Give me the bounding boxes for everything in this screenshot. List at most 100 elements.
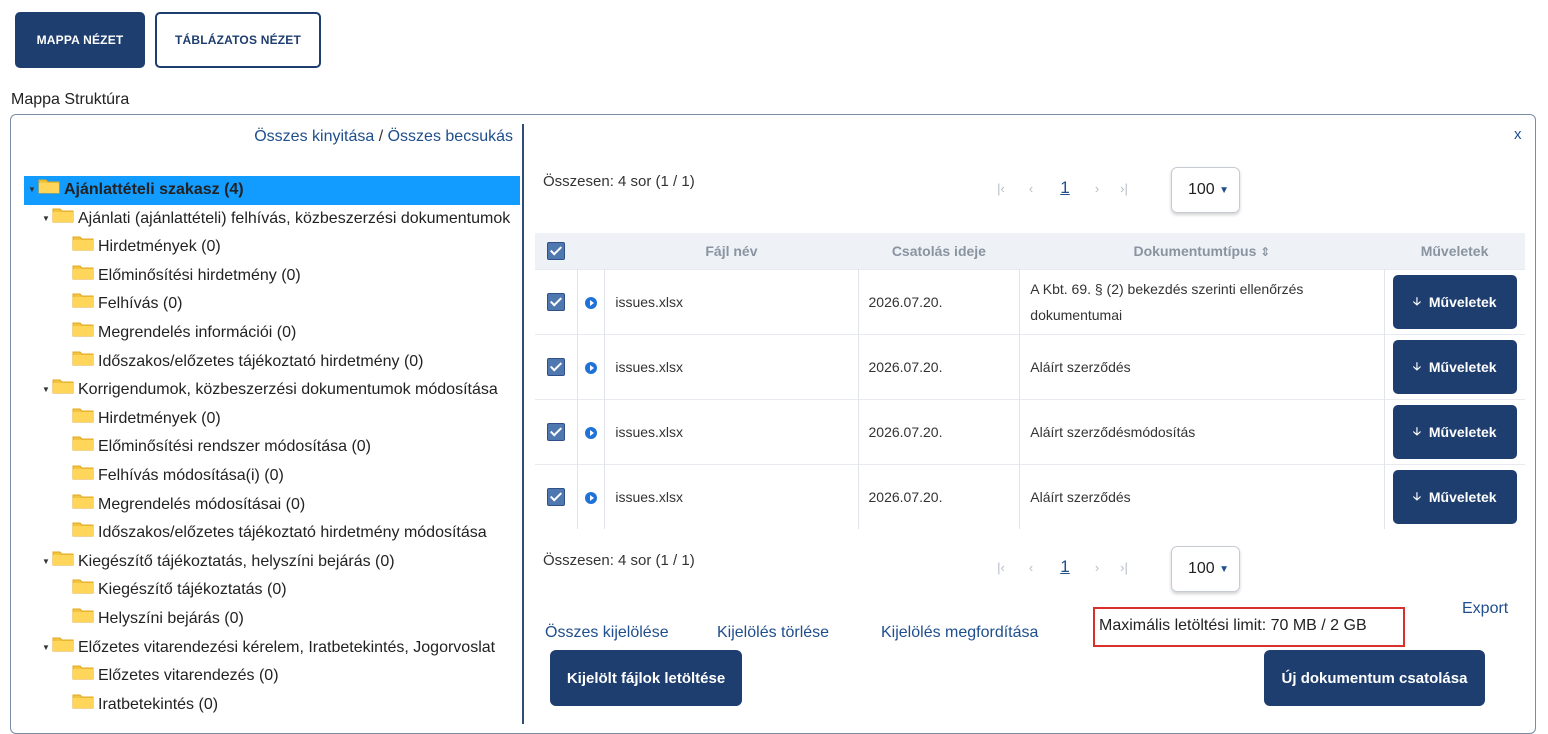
- download-selected-button[interactable]: Kijelölt fájlok letöltése: [550, 650, 742, 706]
- checkbox-icon[interactable]: [546, 423, 565, 442]
- row-checkbox-cell[interactable]: [535, 464, 578, 529]
- next-page-icon[interactable]: ›: [1080, 560, 1114, 575]
- actions-button[interactable]: 🡣 Műveletek: [1392, 470, 1517, 524]
- doc-type-cell: Aláírt szerződésmódosítás: [1019, 399, 1385, 465]
- tree-node[interactable]: Előminősítési rendszer módosítása (0): [24, 433, 520, 462]
- first-page-icon[interactable]: |‹: [990, 181, 1012, 196]
- tree-node-label: Kiegészítő tájékoztatás, helyszíni bejár…: [78, 552, 395, 570]
- header-select-all[interactable]: [535, 233, 578, 270]
- page-number[interactable]: 1: [1050, 178, 1080, 198]
- checkbox-icon[interactable]: [547, 242, 566, 261]
- doc-type-cell: Aláírt szerződés: [1019, 334, 1385, 400]
- tree-node[interactable]: ▼ Korrigendumok, közbeszerzési dokumentum…: [24, 376, 520, 405]
- checkbox-icon[interactable]: [546, 358, 565, 377]
- per-page-select[interactable]: 100 ▼: [1171, 546, 1240, 592]
- row-checkbox-cell[interactable]: [535, 399, 578, 465]
- checkbox-icon[interactable]: [546, 488, 565, 507]
- play-icon[interactable]: [585, 492, 598, 505]
- doc-type-line: Aláírt szerződés: [1030, 359, 1131, 375]
- download-limit-text: Maximális letöltési limit: 70 MB / 2 GB: [1099, 617, 1367, 634]
- per-page-select[interactable]: 100 ▼: [1171, 167, 1240, 213]
- attach-document-button[interactable]: Új dokumentum csatolása: [1264, 650, 1485, 706]
- download-limit: Maximális letöltési limit: 70 MB / 2 GB: [1093, 607, 1405, 647]
- checkbox-icon[interactable]: [546, 293, 565, 312]
- download-arrow-icon: 🡣: [1412, 295, 1421, 308]
- file-name-cell: issues.xlsx: [604, 464, 859, 529]
- tree-node[interactable]: Helyszíni bejárás (0): [24, 605, 520, 634]
- play-icon[interactable]: [585, 362, 598, 375]
- last-page-icon[interactable]: ›|: [1114, 181, 1134, 196]
- caret-down-icon[interactable]: ▼: [42, 634, 52, 662]
- row-preview-cell[interactable]: [577, 334, 606, 400]
- header-attached[interactable]: Csatolás ideje: [858, 233, 1020, 270]
- header-doc-type[interactable]: Dokumentumtípus ⇕: [1019, 233, 1385, 270]
- file-name-cell: issues.xlsx: [604, 399, 859, 465]
- panel-divider[interactable]: [522, 124, 524, 724]
- caret-down-icon[interactable]: ▼: [28, 176, 38, 204]
- attached-date-cell: 2026.07.20.: [858, 399, 1021, 465]
- select-all-link[interactable]: Összes kijelölése: [545, 624, 669, 642]
- expand-all-link[interactable]: Összes kinyitása: [254, 128, 374, 145]
- prev-page-icon[interactable]: ‹: [1012, 560, 1050, 575]
- first-page-icon[interactable]: |‹: [990, 560, 1012, 575]
- folder-icon: [72, 319, 94, 347]
- table-row: issues.xlsx 2026.07.20. Aláírt szerződés 🡣 M…: [535, 334, 1525, 400]
- actions-button[interactable]: 🡣 Műveletek: [1392, 340, 1517, 394]
- row-checkbox-cell[interactable]: [535, 334, 578, 400]
- doc-type-label: Dokumentumtípus: [1133, 243, 1257, 259]
- clear-selection-link[interactable]: Kijelölés törlése: [717, 624, 829, 642]
- tree-node[interactable]: Felhívás (0): [24, 290, 520, 319]
- row-checkbox-cell[interactable]: [535, 269, 578, 335]
- tree-node[interactable]: Időszakos/előzetes tájékoztató hirdetmén…: [24, 348, 520, 377]
- tree-node-label: Iratbetekintés (0): [98, 695, 219, 713]
- next-page-icon[interactable]: ›: [1080, 181, 1114, 196]
- caret-down-icon[interactable]: ▼: [42, 205, 52, 233]
- caret-down-icon[interactable]: ▼: [42, 376, 52, 404]
- tree-node[interactable]: Hirdetmények (0): [24, 233, 520, 262]
- folder-icon: [52, 205, 74, 233]
- doc-type-line: A Kbt. 69. § (2) bekezdés szerinti ellen…: [1030, 281, 1304, 297]
- folder-icon: [52, 548, 74, 576]
- folder-icon: [72, 491, 94, 519]
- folder-icon: [72, 233, 94, 261]
- row-preview-cell[interactable]: [577, 269, 606, 335]
- tree-node[interactable]: Előzetes vitarendezés (0): [24, 662, 520, 691]
- sort-icon[interactable]: ⇕: [1260, 245, 1270, 259]
- header-file-name[interactable]: Fájl név: [604, 233, 858, 270]
- tree-node[interactable]: ▼ Ajánlati (ajánlattételi) felhívás, közb…: [24, 205, 520, 234]
- tree-node[interactable]: Felhívás módosítása(i) (0): [24, 462, 520, 491]
- page-number[interactable]: 1: [1050, 557, 1080, 577]
- tree-node[interactable]: Hirdetmények (0): [24, 405, 520, 434]
- invert-selection-link[interactable]: Kijelölés megfordítása: [881, 624, 1038, 642]
- tree-node[interactable]: Kiegészítő tájékoztatás (0): [24, 576, 520, 605]
- tree-node[interactable]: Időszakos/előzetes tájékoztató hirdetmén…: [24, 519, 520, 548]
- actions-button[interactable]: 🡣 Műveletek: [1392, 405, 1517, 459]
- download-arrow-icon: 🡣: [1412, 490, 1421, 503]
- tree-node[interactable]: ▼ Előzetes vitarendezési kérelem, Iratbet…: [24, 634, 520, 663]
- tree-node-label: Időszakos/előzetes tájékoztató hirdetmén…: [98, 352, 424, 370]
- tree-node[interactable]: ▼ Ajánlattételi szakasz (4): [24, 176, 520, 205]
- prev-page-icon[interactable]: ‹: [1012, 181, 1050, 196]
- close-icon[interactable]: x: [1514, 126, 1522, 143]
- table-view-button[interactable]: TÁBLÁZATOS NÉZET: [155, 12, 321, 68]
- actions-button[interactable]: 🡣 Műveletek: [1392, 275, 1517, 329]
- tree-controls-separator: /: [374, 128, 388, 145]
- folder-view-button[interactable]: MAPPA NÉZET: [15, 12, 145, 68]
- play-icon[interactable]: [585, 427, 598, 440]
- tree-node[interactable]: Előminősítési hirdetmény (0): [24, 262, 520, 291]
- export-link[interactable]: Export: [1462, 600, 1508, 618]
- play-icon[interactable]: [585, 297, 598, 310]
- collapse-all-link[interactable]: Összes becsukás: [388, 128, 513, 145]
- last-page-icon[interactable]: ›|: [1114, 560, 1134, 575]
- tree-node[interactable]: Iratbetekintés (0): [24, 691, 520, 720]
- row-preview-cell[interactable]: [577, 464, 606, 529]
- tree-node[interactable]: Megrendelés módosításai (0): [24, 491, 520, 520]
- folder-icon: [72, 405, 94, 433]
- doc-type-line: dokumentumai: [1030, 307, 1123, 323]
- tree-node[interactable]: ▼ Kiegészítő tájékoztatás, helyszíni bejá…: [24, 548, 520, 577]
- caret-down-icon[interactable]: ▼: [42, 548, 52, 576]
- row-preview-cell[interactable]: [577, 399, 606, 465]
- doc-type-line: Aláírt szerződésmódosítás: [1030, 424, 1196, 440]
- tree-node[interactable]: Megrendelés információi (0): [24, 319, 520, 348]
- folder-icon: [72, 519, 94, 547]
